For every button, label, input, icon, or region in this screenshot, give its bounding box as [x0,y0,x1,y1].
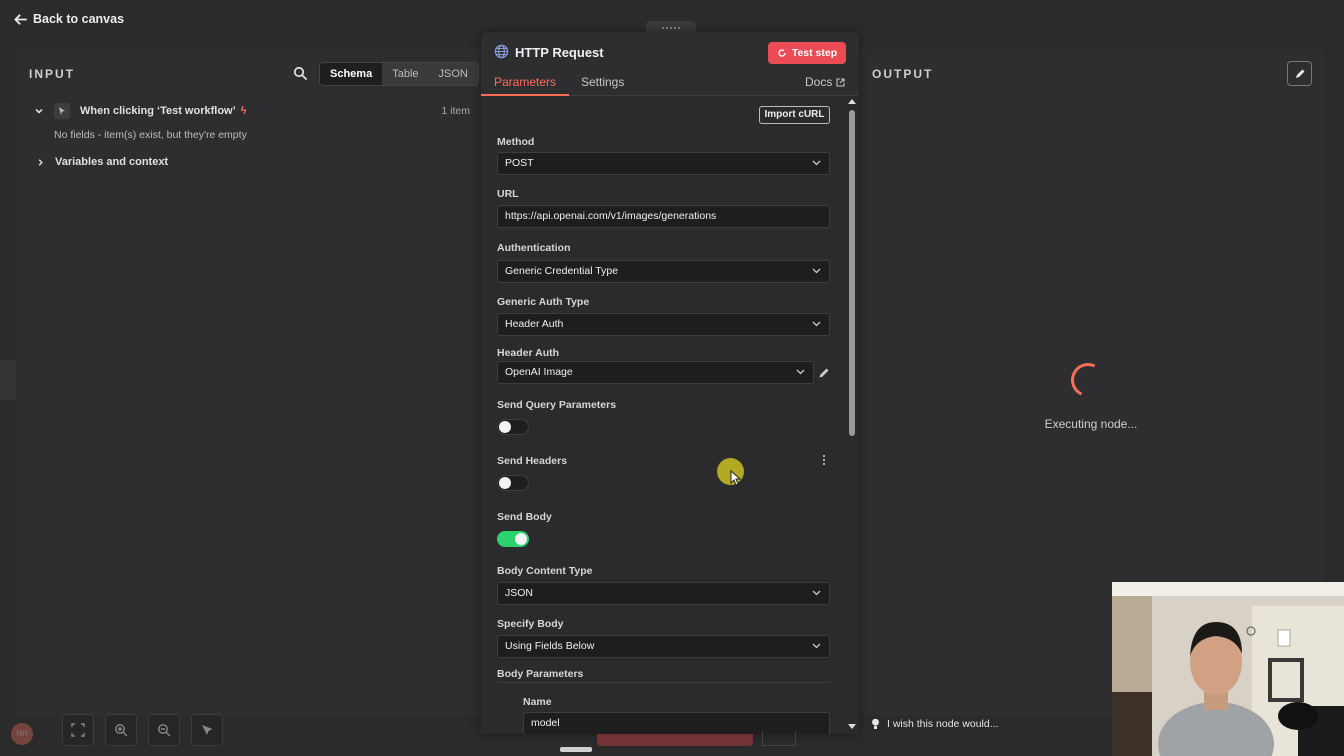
back-to-canvas-link[interactable]: Back to canvas [14,12,124,26]
test-step-label: Test step [791,47,838,59]
mouse-pointer-icon [54,103,70,119]
lightbulb-icon [872,718,879,729]
specify-body-select[interactable]: Using Fields Below [497,635,830,658]
body-content-type-label: Body Content Type [497,565,593,577]
chevron-down-icon [796,369,805,375]
mouse-cursor-icon [730,470,742,486]
external-link-icon [836,77,845,87]
test-icon [778,49,786,57]
body-content-type-select[interactable]: JSON [497,582,830,605]
item-count: 1 item [441,105,470,117]
url-label: URL [497,188,519,200]
more-options-icon[interactable] [822,454,826,466]
body-content-type-value: JSON [505,587,534,599]
header-auth-select[interactable]: OpenAI Image [497,361,814,384]
globe-icon [494,44,509,59]
zoom-out-button[interactable] [148,714,180,746]
output-panel-title: OUTPUT [872,67,934,81]
tidy-up-button[interactable] [191,714,223,746]
parameters-form: Import cURL Method POST URL https://api.… [481,96,846,734]
chevron-down-icon [812,590,821,596]
search-icon[interactable] [293,66,307,80]
test-step-button[interactable]: Test step [768,42,846,64]
loading-spinner [1066,358,1110,402]
zoom-in-button[interactable] [105,714,137,746]
input-panel-title: INPUT [29,67,75,81]
chevron-down-icon [812,643,821,649]
execution-status: Executing node... [1044,417,1138,431]
chevron-right-icon [38,158,43,166]
pencil-icon [1295,69,1304,78]
execute-workflow-button[interactable] [597,734,753,746]
send-query-toggle[interactable] [497,419,529,435]
arrow-left-icon [14,13,27,25]
lightning-icon: ϟ [240,105,247,117]
node-settings-modal: HTTP Request Test step Parameters Settin… [481,32,859,734]
modal-header: HTTP Request Test step Parameters Settin… [481,32,859,96]
edit-output-button[interactable] [1287,61,1312,86]
fit-view-icon [71,723,85,737]
generic-auth-type-value: Header Auth [505,318,564,330]
method-select[interactable]: POST [497,152,830,175]
send-headers-label: Send Headers [497,455,568,467]
url-input[interactable]: https://api.openai.com/v1/images/generat… [497,205,830,228]
zoom-out-icon [158,724,171,737]
scrollbar-thumb[interactable] [849,110,855,436]
authentication-select[interactable]: Generic Credential Type [497,260,830,283]
tab-json[interactable]: JSON [429,63,478,85]
specify-body-value: Using Fields Below [505,640,595,652]
docs-label: Docs [805,75,833,89]
send-body-toggle[interactable] [497,531,529,547]
input-panel: INPUT Schema Table JSON When clicking ‘T… [16,49,482,715]
import-curl-button[interactable]: Import cURL [759,106,830,124]
body-parameters-label: Body Parameters [497,668,584,680]
variables-and-context-toggle[interactable]: Variables and context [36,156,168,168]
section-divider [497,682,830,683]
header-auth-value: OpenAI Image [505,366,573,378]
chevron-down-icon [812,160,821,166]
trigger-node-row[interactable]: When clicking ‘Test workflow’ ϟ 1 item [34,101,470,121]
send-query-label: Send Query Parameters [497,399,617,411]
tab-schema[interactable]: Schema [320,63,383,85]
feedback-label: I wish this node would... [887,718,999,730]
view-mode-tabs: Schema Table JSON [319,62,479,86]
node-title[interactable]: HTTP Request [515,45,604,60]
docs-link[interactable]: Docs [805,75,845,89]
header-auth-label: Header Auth [497,347,560,359]
tab-settings[interactable]: Settings [581,75,624,89]
zoom-to-fit-button[interactable] [62,714,94,746]
tab-parameters[interactable]: Parameters [481,75,570,96]
param-name-label: Name [523,696,552,708]
trigger-node-label: When clicking ‘Test workflow’ [80,105,236,117]
chevron-down-icon [812,268,821,274]
authentication-label: Authentication [497,242,571,254]
zoom-in-icon [115,724,128,737]
chevron-down-icon [812,321,821,327]
send-body-label: Send Body [497,511,552,523]
chevron-down-icon[interactable] [34,106,44,116]
feedback-link[interactable]: I wish this node would... [871,718,998,730]
generic-auth-type-label: Generic Auth Type [497,296,590,308]
tab-table[interactable]: Table [382,63,428,85]
send-headers-toggle[interactable] [497,475,529,491]
bottom-toolbar-button[interactable] [762,732,796,746]
method-value: POST [505,157,534,169]
bottom-drag-handle[interactable] [560,747,592,752]
pencil-icon[interactable] [818,367,830,379]
generic-auth-type-select[interactable]: Header Auth [497,313,830,336]
webcam-video [1112,582,1344,756]
variables-and-context-label: Variables and context [55,156,169,168]
back-to-canvas-label: Back to canvas [33,12,125,26]
method-label: Method [497,136,535,148]
empty-fields-note: No fields - item(s) exist, but they're e… [54,129,247,141]
authentication-value: Generic Credential Type [505,265,619,277]
user-avatar[interactable]: NH [11,723,33,745]
scrollbar[interactable] [847,96,857,734]
specify-body-label: Specify Body [497,618,564,630]
broom-icon [202,725,213,735]
param-name-input[interactable]: model [523,712,830,734]
